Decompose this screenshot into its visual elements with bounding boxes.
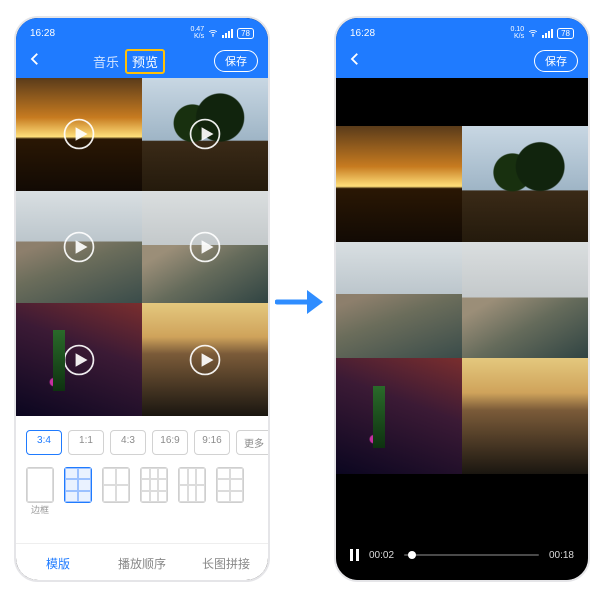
layout-3x2[interactable] [178,467,206,503]
ratio-1-1[interactable]: 1:1 [68,430,104,455]
ratio-4-3[interactable]: 4:3 [110,430,146,455]
pause-button[interactable] [350,549,359,561]
network-rate: 0.10K/s [510,26,524,40]
status-right: 0.10K/s 78 [510,26,574,40]
play-icon [142,191,268,304]
grid-tile[interactable] [142,303,268,416]
seek-track[interactable] [404,554,539,556]
tab-long-splice[interactable]: 长图拼接 [184,544,268,582]
phone-right-preview: 16:28 0.10K/s 78 保存 00:02 00:18 [334,16,590,582]
total-time: 00:18 [549,550,574,561]
play-icon [142,78,268,191]
layout-3x3[interactable] [140,467,168,503]
grid-tile [336,126,462,242]
save-button[interactable]: 保存 [534,50,578,72]
status-bar: 16:28 0.47K/s 78 [16,18,268,44]
layout-alt[interactable] [216,467,244,503]
layout-border-label: 边框 [31,503,49,516]
grid-tile[interactable] [16,78,142,191]
play-icon [16,78,142,191]
grid-tile [336,358,462,474]
arrow-right-icon [275,282,323,322]
wifi-icon [528,28,538,38]
elapsed-time: 00:02 [369,550,394,561]
status-time: 16:28 [350,28,375,39]
tab-music[interactable]: 音乐 [93,52,119,71]
grid-tile[interactable] [16,303,142,416]
ratio-3-4[interactable]: 3:4 [26,430,62,455]
bottom-panel: 3:4 1:1 4:3 16:9 9:16 更多 边框 模版 播放顺序 长图拼接 [16,416,268,582]
phone-left-editor: 16:28 0.47K/s 78 音乐 预览 保存 3:4 [14,16,270,582]
play-icon [16,303,142,416]
back-button[interactable] [346,50,364,73]
network-rate: 0.47K/s [190,26,204,40]
tab-preview[interactable]: 预览 [125,49,165,74]
player-bar: 00:02 00:18 [336,530,588,580]
play-icon [16,191,142,304]
grid-tile [336,242,462,358]
signal-icon [542,29,553,38]
ratio-more[interactable]: 更多 [236,430,270,455]
battery-icon: 78 [237,28,254,39]
layout-row: 边框 [16,461,268,516]
play-icon [142,303,268,416]
layout-2x3[interactable] [64,467,92,503]
tab-template[interactable]: 模版 [16,544,100,582]
ratio-9-16[interactable]: 9:16 [194,430,230,455]
aspect-ratio-row: 3:4 1:1 4:3 16:9 9:16 更多 [16,416,268,461]
status-time: 16:28 [30,28,55,39]
status-right: 0.47K/s 78 [190,26,254,40]
app-navbar: 音乐 预览 保存 [16,44,268,78]
grid-tile[interactable] [142,191,268,304]
status-bar: 16:28 0.10K/s 78 [336,18,588,44]
ratio-16-9[interactable]: 16:9 [152,430,188,455]
bottom-tabbar: 模版 播放顺序 长图拼接 [16,543,268,582]
wifi-icon [208,28,218,38]
app-navbar: 保存 [336,44,588,78]
grid-tile [462,358,588,474]
grid-tile [462,126,588,242]
back-button[interactable] [26,50,44,73]
grid-tile[interactable] [142,78,268,191]
layout-border[interactable]: 边框 [26,467,54,516]
layout-2x2[interactable] [102,467,130,503]
grid-tile [462,242,588,358]
preview-grid [336,126,588,474]
seek-thumb[interactable] [408,551,416,559]
save-button[interactable]: 保存 [214,50,258,72]
grid-tile[interactable] [16,191,142,304]
battery-icon: 78 [557,28,574,39]
tab-play-order[interactable]: 播放顺序 [100,544,184,582]
signal-icon [222,29,233,38]
video-grid [16,78,268,416]
